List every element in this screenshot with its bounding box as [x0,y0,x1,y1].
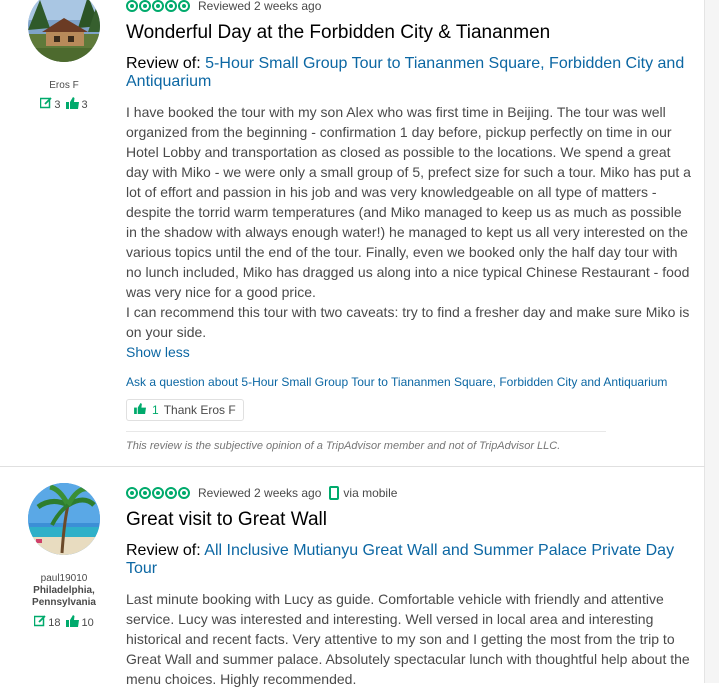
review-paragraph: I have booked the tour with my son Alex … [126,104,691,300]
ask-question-link[interactable]: Ask a question about 5-Hour Small Group … [126,374,694,390]
review-card: Eros F 3 3 Reviewed 2 weeks ago Wonderfu… [0,0,705,465]
rating-row: Reviewed 2 weeks ago via mobile [126,485,694,501]
rating-bubble-icon [165,0,177,12]
username[interactable]: paul19010 [14,573,114,584]
review-title[interactable]: Great visit to Great Wall [126,509,694,531]
member-location: Philadelphia, Pennsylvania [32,585,96,608]
rating-bubble-icon [178,487,190,499]
thank-count: 1 [152,403,159,417]
review-paragraph: I can recommend this tour with two cavea… [126,304,690,340]
avatar-image-palm-beach [28,483,100,555]
helpful-votes-icon [65,97,80,112]
rating-bubble-icon [152,487,164,499]
review-of-link[interactable]: 5-Hour Small Group Tour to Tiananmen Squ… [126,55,684,90]
review-paragraph: Last minute booking with Lucy as guide. … [126,591,690,687]
review-count: 18 [48,616,61,629]
helpful-votes-count: 3 [81,98,88,111]
review-count-icon [40,97,53,112]
bubble-rating [126,487,190,499]
thank-label: Thank Eros F [163,403,236,417]
review-count-icon [34,615,46,630]
mobile-phone-icon [329,486,340,500]
helpful-votes-icon [65,615,80,630]
member-info: Eros F 3 3 [14,0,114,112]
avatar-image-cabin [28,0,100,62]
review-of-link[interactable]: All Inclusive Mutianyu Great Wall and Su… [126,542,674,577]
review-of-label: Review of: [126,542,201,559]
rating-bubble-icon [139,0,151,12]
member-counts: 18 10 [14,615,114,630]
thumbs-up-icon [134,403,147,417]
review-card: paul19010 Philadelphia, Pennsylvania 18 … [0,466,705,687]
review-count: 3 [54,98,61,111]
member-info: paul19010 Philadelphia, Pennsylvania 18 … [14,483,114,630]
review-content: Reviewed 2 weeks ago via mobile Great vi… [126,485,694,689]
review-body: I have booked the tour with my son Alex … [126,102,694,342]
helpful-votes-count: 10 [81,616,94,629]
review-of-label: Review of: [126,55,201,72]
scrollbar[interactable] [704,0,719,683]
rating-bubble-icon [139,487,151,499]
review-date: Reviewed 2 weeks ago [198,486,322,500]
review-date: Reviewed 2 weeks ago [198,0,322,13]
via-mobile-badge: via mobile [329,486,397,500]
rating-bubble-icon [178,0,190,12]
review-of: Review of: All Inclusive Mutianyu Great … [126,542,694,578]
avatar[interactable] [28,483,100,555]
avatar[interactable] [28,0,100,62]
rating-bubble-icon [152,0,164,12]
review-of: Review of: 5-Hour Small Group Tour to Ti… [126,55,694,91]
username[interactable]: Eros F [14,80,114,91]
rating-bubble-icon [165,487,177,499]
show-less-link[interactable]: Show less [126,342,694,362]
rating-bubble-icon [126,0,138,12]
thank-button[interactable]: 1 Thank Eros F [126,399,244,421]
review-disclaimer: This review is the subjective opinion of… [126,431,606,452]
via-mobile-label: via mobile [343,486,398,500]
review-body: Last minute booking with Lucy as guide. … [126,589,694,689]
rating-row: Reviewed 2 weeks ago [126,0,694,14]
member-counts: 3 3 [14,97,114,112]
review-content: Reviewed 2 weeks ago Wonderful Day at th… [126,0,694,452]
review-title[interactable]: Wonderful Day at the Forbidden City & Ti… [126,22,694,44]
rating-bubble-icon [126,487,138,499]
bubble-rating [126,0,190,12]
